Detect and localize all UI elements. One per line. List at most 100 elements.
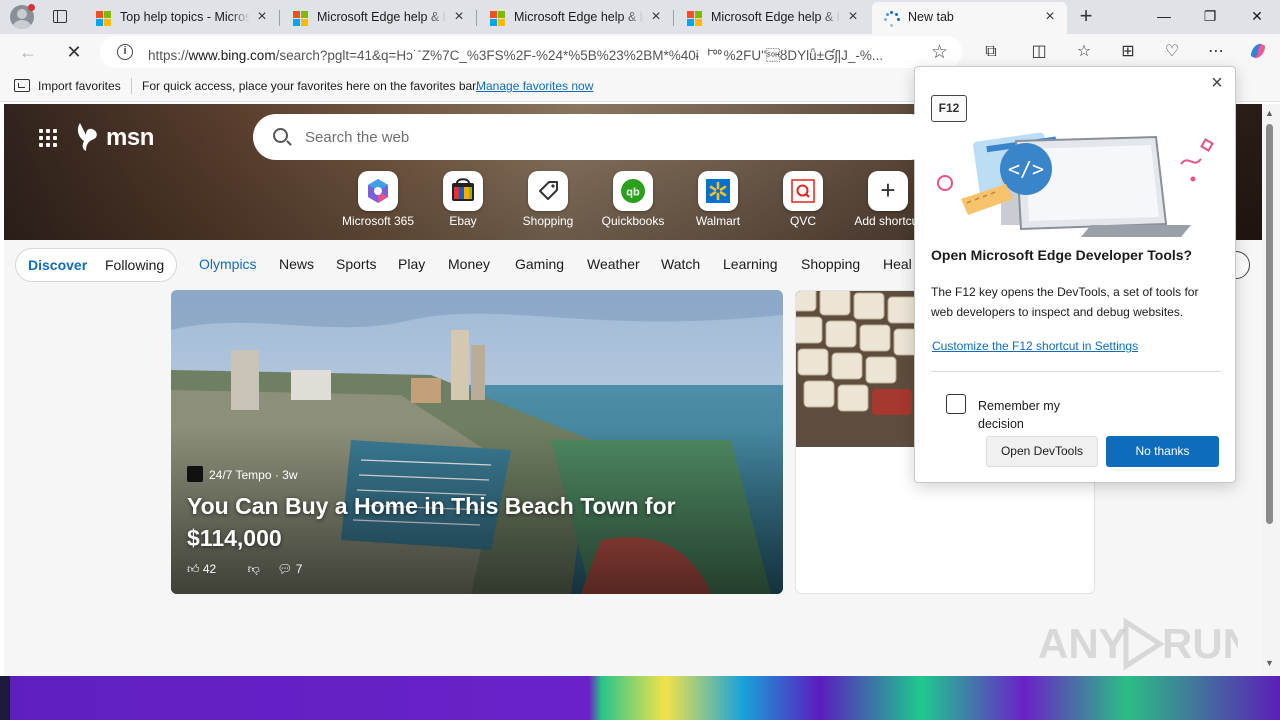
remember-decision-checkbox[interactable]	[946, 394, 966, 414]
tab-title: Microsoft Edge help & learning	[317, 10, 447, 24]
app-launcher-icon[interactable]	[39, 129, 57, 147]
nav-money[interactable]: Money	[448, 256, 490, 272]
tab-title: New tab	[908, 10, 954, 24]
close-tab-icon[interactable]: ×	[846, 9, 860, 25]
import-favorites-icon[interactable]	[14, 79, 30, 92]
nav-shopping[interactable]: Shopping	[801, 256, 860, 272]
loading-spinner-icon	[884, 11, 900, 27]
tab-title: Microsoft Edge help & learning	[514, 10, 644, 24]
msn-butterfly-icon	[77, 123, 97, 151]
favorite-star-icon[interactable]: ☆	[931, 41, 948, 64]
url-text[interactable]: https://www.bing.com/search?pglt=41&q=Hɔ…	[148, 44, 918, 64]
news-card-main[interactable]: 24/7 Tempo · 3w You Can Buy a Home in Th…	[171, 290, 783, 594]
page-scrollbar[interactable]: ▲ ▼	[1262, 104, 1280, 676]
nav-weather[interactable]: Weather	[587, 256, 640, 272]
notification-dot	[28, 4, 35, 11]
quicklink-add-shortcut[interactable]: + Add shortcut	[846, 171, 930, 231]
like-button[interactable]: 👍︎ 42	[187, 562, 230, 577]
performance-icon[interactable]: ♡	[1160, 40, 1184, 64]
svg-text:ANY: ANY	[1038, 620, 1127, 667]
search-icon	[273, 128, 288, 143]
more-icon[interactable]: ⋯	[1204, 40, 1228, 64]
nav-gaming[interactable]: Gaming	[515, 256, 564, 272]
microsoft-logo-icon	[687, 11, 703, 27]
quicklink-ebay[interactable]: Ebay	[421, 171, 505, 231]
scrollbar-thumb[interactable]	[1266, 124, 1273, 524]
tab-edge-help-1[interactable]: Microsoft Edge help & learning ×	[281, 2, 477, 34]
nav-play[interactable]: Play	[398, 256, 425, 272]
walmart-icon	[698, 171, 738, 211]
copilot-icon[interactable]	[1246, 40, 1270, 64]
dislike-icon[interactable]: 👎︎	[248, 562, 260, 577]
like-count: 42	[202, 562, 217, 576]
search-box[interactable]	[253, 114, 933, 160]
scroll-up-icon[interactable]: ▲	[1265, 108, 1274, 118]
svg-text:qb: qb	[626, 187, 640, 199]
extensions-icon[interactable]: ⧉	[979, 40, 1003, 64]
close-tab-icon[interactable]: ×	[1043, 9, 1057, 25]
qvc-icon	[783, 171, 823, 211]
close-tab-icon[interactable]: ×	[255, 9, 269, 25]
nav-learning[interactable]: Learning	[723, 256, 778, 272]
nav-olympics[interactable]: Olympics	[199, 256, 257, 272]
minimize-button[interactable]: —	[1141, 0, 1187, 32]
quicklink-walmart[interactable]: Walmart	[676, 171, 760, 231]
tab-top-help-topics[interactable]: Top help topics - Microsoft Edge ×	[84, 2, 280, 34]
site-info-icon[interactable]: i	[117, 44, 133, 60]
scroll-down-icon[interactable]: ▼	[1265, 658, 1274, 668]
shopping-tag-icon	[528, 171, 568, 211]
nav-news[interactable]: News	[279, 256, 314, 272]
microsoft-logo-icon	[293, 11, 309, 27]
close-window-button[interactable]: ✕	[1234, 0, 1280, 32]
quicklink-shopping[interactable]: Shopping	[506, 171, 590, 231]
manage-favorites-link[interactable]: Manage favorites now	[476, 79, 593, 93]
anyrun-watermark: ANY RUN	[1038, 612, 1253, 672]
ebay-icon	[443, 171, 483, 211]
maximize-button[interactable]: ❐	[1187, 0, 1233, 32]
tab-discover[interactable]: Discover	[28, 257, 87, 273]
split-screen-icon[interactable]: ◫	[1027, 40, 1051, 64]
tab-edge-help-2[interactable]: Microsoft Edge help & learning ×	[478, 2, 674, 34]
close-tab-icon[interactable]: ×	[649, 9, 663, 25]
favorites-divider	[131, 78, 132, 94]
close-dialog-icon[interactable]: ×	[1207, 73, 1227, 93]
open-devtools-button[interactable]: Open DevTools	[986, 436, 1098, 467]
remember-decision-label[interactable]: Remember my decision	[978, 397, 1098, 433]
nav-health[interactable]: Heal	[883, 256, 912, 272]
svg-text:RUN: RUN	[1162, 620, 1238, 667]
tab-strip: Top help topics - Microsoft Edge × Micro…	[0, 0, 1280, 34]
stop-loading-icon[interactable]: ✕	[62, 40, 86, 64]
nav-watch[interactable]: Watch	[661, 256, 700, 272]
tab-actions-icon[interactable]	[50, 7, 70, 27]
address-toolbar: ← ✕ i https://www.bing.com/search?pglt=4…	[0, 34, 1280, 70]
quicklink-quickbooks[interactable]: qb Quickbooks	[591, 171, 675, 231]
tab-new-tab[interactable]: New tab ×	[872, 2, 1067, 34]
new-tab-button[interactable]: +	[1075, 5, 1097, 28]
f12-key-icon: F12	[931, 95, 967, 122]
quicklink-microsoft365[interactable]: Microsoft 365	[336, 171, 420, 231]
comments-button[interactable]: 💬︎ 7	[277, 562, 316, 576]
quicklink-qvc[interactable]: QVC	[761, 171, 845, 231]
search-input[interactable]	[305, 126, 865, 148]
tab-title: Microsoft Edge help & learning	[711, 10, 841, 24]
nav-sports[interactable]: Sports	[336, 256, 376, 272]
microsoft365-icon	[358, 171, 398, 211]
comment-count: 7	[295, 562, 303, 576]
plus-icon: +	[868, 171, 908, 211]
address-bar[interactable]: i https://www.bing.com/search?pglt=41&q=…	[100, 36, 962, 68]
close-tab-icon[interactable]: ×	[452, 9, 466, 25]
collections-icon[interactable]: ⊞	[1116, 40, 1140, 64]
desktop-wallpaper	[0, 676, 1280, 720]
microsoft-logo-icon	[490, 11, 506, 27]
tab-following[interactable]: Following	[105, 257, 164, 273]
dialog-divider	[931, 371, 1221, 372]
back-icon[interactable]: ←	[16, 40, 40, 64]
card-headline[interactable]: You Can Buy a Home in This Beach Town fo…	[187, 490, 707, 554]
no-thanks-button[interactable]: No thanks	[1106, 436, 1219, 467]
import-favorites-button[interactable]: Import favorites	[38, 79, 121, 93]
card-reactions: 👍︎ 42 👎︎ 💬︎ 7	[187, 562, 330, 577]
feed-toggle: Discover Following	[15, 248, 177, 282]
customize-shortcut-link[interactable]: Customize the F12 shortcut in Settings	[932, 339, 1138, 353]
favorites-icon[interactable]: ☆	[1072, 40, 1096, 64]
tab-edge-help-3[interactable]: Microsoft Edge help & learning ×	[675, 2, 870, 34]
